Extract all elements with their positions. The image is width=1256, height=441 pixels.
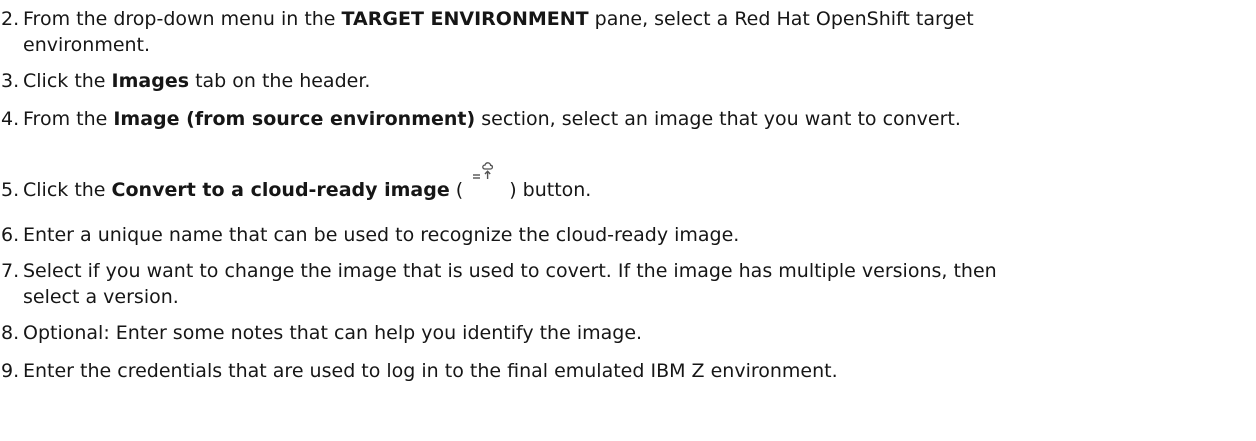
step-text: Click the [23, 179, 112, 201]
step-number: 6. [1, 224, 20, 246]
step-text: tab on the header. [189, 70, 371, 92]
step-number: 7. [1, 260, 20, 282]
step-2: 2. From the drop-down menu in the TARGET … [0, 6, 1236, 58]
step-7: 7. Select if you want to change the image… [0, 258, 1236, 310]
step-text: pane, select a Red Hat OpenShift target [588, 8, 974, 30]
ui-term-target-environment: TARGET ENVIRONMENT [341, 8, 589, 30]
step-text: From the drop-down menu in the [23, 8, 342, 30]
step-4: 4. From the Image (from source environmen… [0, 106, 1236, 132]
step-number: 8. [1, 322, 20, 344]
step-text: ( [449, 179, 464, 201]
step-text: Enter a unique name that can be used to … [23, 224, 740, 246]
step-text: From the [23, 108, 114, 130]
step-number: 5. [1, 179, 20, 201]
step-number: 2. [1, 8, 20, 30]
step-5: 5. Click the Convert to a cloud-ready ima… [0, 162, 1236, 203]
step-text: section, select an image that you want t… [475, 108, 961, 130]
ui-term-images: Images [111, 70, 190, 92]
step-number: 4. [1, 108, 20, 130]
step-8: 8. Optional: Enter some notes that can he… [0, 320, 1236, 346]
step-text: Click the [23, 70, 112, 92]
ui-term-convert-button: Convert to a cloud-ready image [111, 179, 450, 201]
step-text: Select if you want to change the image t… [23, 260, 997, 282]
step-9: 9. Enter the credentials that are used to… [0, 358, 1236, 384]
step-text: Optional: Enter some notes that can help… [23, 322, 643, 344]
step-3: 3. Click the Images tab on the header. [0, 68, 1236, 94]
ui-term-image-source: Image (from source environment) [113, 108, 476, 130]
step-6: 6. Enter a unique name that can be used t… [0, 222, 1236, 248]
convert-to-cloud-ready-icon [463, 162, 509, 200]
step-number: 3. [1, 70, 20, 92]
step-continuation: select a version. [23, 286, 179, 308]
step-text: ) button. [509, 179, 592, 201]
step-text: Enter the credentials that are used to l… [23, 360, 838, 382]
step-continuation: environment. [23, 34, 151, 56]
step-number: 9. [1, 360, 20, 382]
